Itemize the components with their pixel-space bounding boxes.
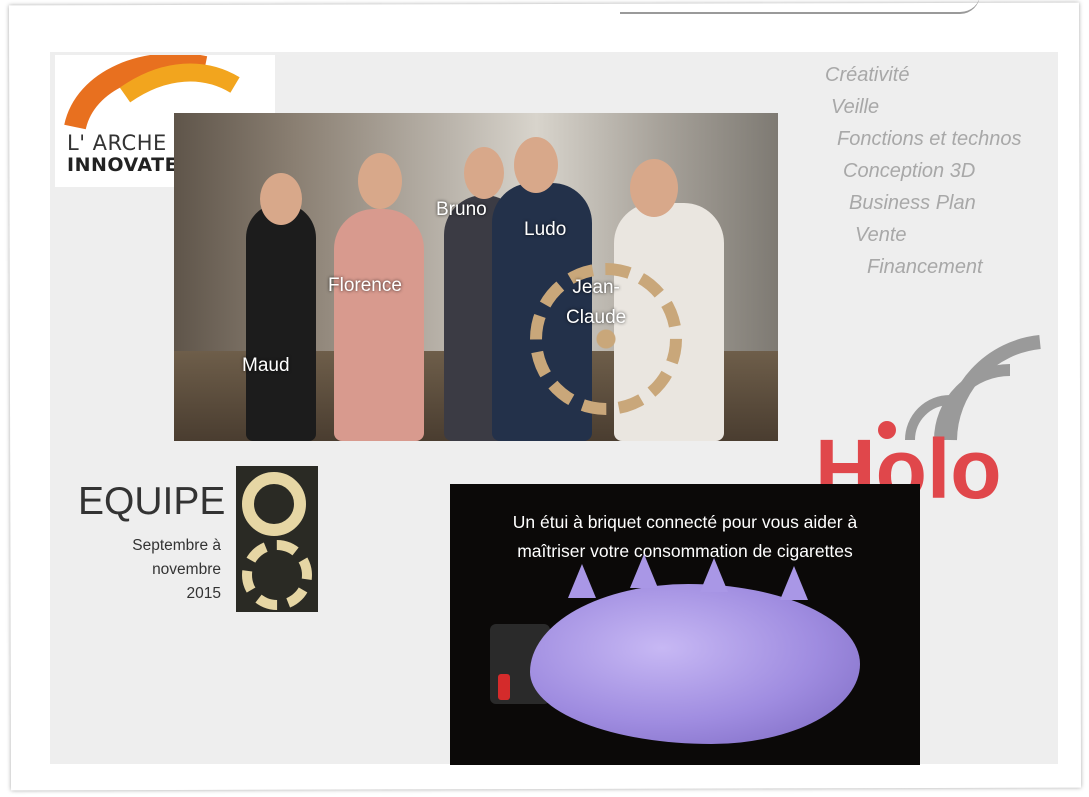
topic-item: Vente — [855, 224, 907, 246]
date-line: 2015 — [186, 585, 221, 602]
lighter-red-base — [498, 674, 510, 700]
topic-item: Créativité — [825, 64, 910, 86]
case-spike — [780, 566, 808, 600]
name-maud: Maud — [242, 355, 290, 376]
person-head — [358, 153, 402, 209]
team-photo: Maud Florence Bruno Ludo Jean- Claude — [174, 113, 778, 441]
topic-item: Veille — [831, 96, 880, 118]
person-maud — [246, 203, 316, 441]
page-curl-decoration — [620, 0, 980, 14]
person-florence — [334, 209, 424, 441]
equipe-title: EQUIPE — [78, 480, 226, 523]
name-bruno: Bruno — [436, 199, 487, 220]
topic-item: Fonctions et technos — [837, 128, 1022, 150]
printed-ring — [242, 472, 306, 536]
equipe-dates: Septembre à novembre 2015 — [132, 534, 221, 606]
purple-case — [530, 584, 860, 744]
topic-item: Financement — [867, 256, 983, 278]
caption-line: Un étui à briquet connecté pour vous aid… — [512, 512, 858, 532]
case-spike — [568, 564, 596, 598]
case-spike — [700, 558, 728, 592]
name-florence: Florence — [328, 275, 402, 296]
product-caption: Un étui à briquet connecté pour vous aid… — [450, 508, 920, 566]
person-head — [630, 159, 678, 217]
product-photo: Un étui à briquet connecté pour vous aid… — [450, 484, 920, 765]
printed-gear — [242, 540, 312, 610]
date-line: Septembre à — [132, 537, 221, 554]
caption-line: maîtriser votre consommation de cigarett… — [517, 541, 853, 561]
person-head — [514, 137, 558, 193]
topic-item: Conception 3D — [843, 160, 976, 182]
printed-parts-photo — [236, 466, 318, 612]
case-spike — [630, 554, 658, 588]
person-head — [464, 147, 504, 199]
topic-item: Business Plan — [849, 192, 976, 214]
date-line: novembre — [152, 561, 221, 578]
name-jean-claude: Jean- Claude — [566, 277, 627, 328]
name-ludo: Ludo — [524, 219, 567, 240]
person-head — [260, 173, 302, 225]
